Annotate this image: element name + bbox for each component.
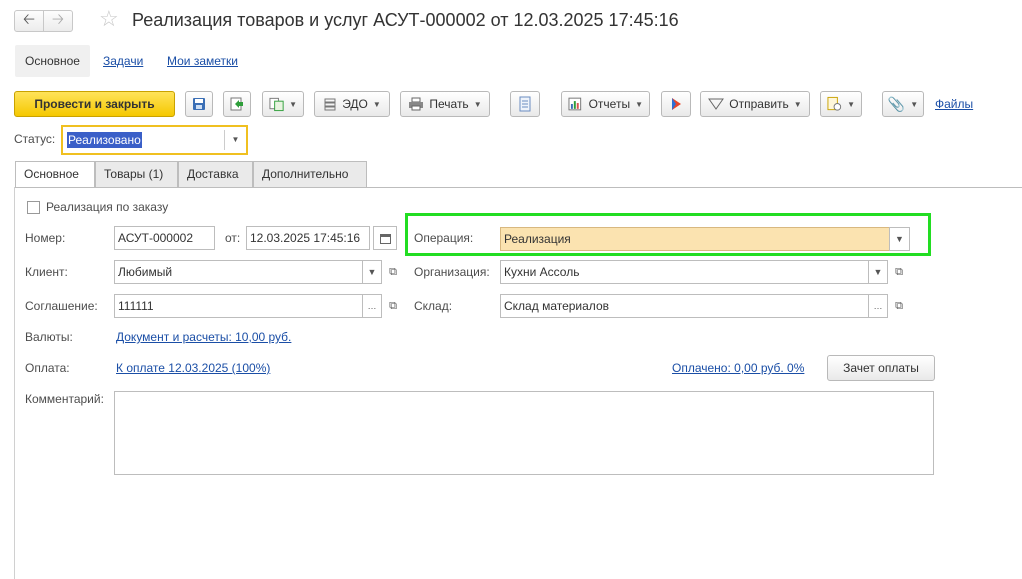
operation-dropdown-button[interactable]: ▼	[889, 227, 910, 251]
client-field[interactable]: Любимый	[114, 260, 363, 284]
play-arrow-icon	[672, 98, 681, 110]
organization-open-button[interactable]: ⧉	[889, 260, 909, 284]
page-title: Реализация товаров и услуг АСУТ-000002 о…	[132, 10, 679, 30]
document-journal-button[interactable]	[510, 91, 540, 117]
list-icon	[519, 96, 531, 112]
document-gear-icon	[827, 96, 842, 111]
post-button[interactable]	[223, 91, 251, 117]
form-left-border	[14, 187, 15, 579]
calendar-icon	[379, 233, 391, 244]
dropdown-caret-icon: ▼	[473, 99, 482, 109]
agreement-open-button[interactable]: ⧉	[383, 294, 403, 318]
dropdown-caret-icon: ▼	[793, 99, 802, 109]
warehouse-label: Склад:	[414, 299, 453, 313]
tab-divider	[14, 187, 1022, 188]
print-button[interactable]: Печать ▼	[400, 91, 490, 117]
attach-button[interactable]: 📎 ▼	[882, 91, 924, 117]
warehouse-open-button[interactable]: ⧉	[889, 294, 909, 318]
open-form-icon: ⧉	[389, 265, 397, 278]
warehouse-select-button[interactable]: …	[868, 294, 888, 318]
tab-tasks[interactable]: Задачи	[93, 45, 153, 77]
files-link[interactable]: Файлы	[935, 97, 973, 111]
dropdown-caret-icon: ▼	[372, 99, 381, 109]
create-based-on-icon	[269, 97, 284, 112]
agreement-label: Соглашение:	[25, 299, 98, 313]
dropdown-caret-icon: ▼	[289, 99, 297, 109]
currency-link[interactable]: Документ и расчеты: 10,00 руб.	[116, 330, 291, 344]
back-button[interactable]: 🡠	[14, 10, 44, 32]
create-based-on-button[interactable]: ▼	[262, 91, 304, 117]
post-document-icon	[230, 97, 243, 111]
dropdown-caret-icon: ▼	[847, 99, 855, 109]
edo-button[interactable]: ЭДО ▼	[314, 91, 390, 117]
operation-select[interactable]: Реализация	[500, 227, 890, 251]
comment-label: Комментарий:	[25, 392, 104, 406]
reports-button[interactable]: Отчеты ▼	[561, 91, 650, 117]
dropdown-caret-icon[interactable]: ▼	[224, 130, 246, 150]
date-from-label: от:	[225, 231, 241, 245]
by-order-checkbox[interactable]	[27, 201, 40, 214]
paperclip-icon: 📎	[887, 95, 906, 112]
currency-label: Валюты:	[25, 330, 73, 344]
agreement-field[interactable]: 111111	[114, 294, 363, 318]
open-form-icon: ⧉	[895, 265, 903, 278]
form-tab-additional[interactable]: Дополнительно	[253, 161, 367, 187]
open-form-icon: ⧉	[895, 299, 903, 312]
tab-my-notes[interactable]: Мои заметки	[157, 45, 248, 77]
organization-field[interactable]: Кухни Ассоль	[500, 260, 869, 284]
payment-link[interactable]: К оплате 12.03.2025 (100%)	[116, 361, 270, 375]
post-and-close-button[interactable]: Провести и закрыть	[14, 91, 175, 117]
dropdown-caret-icon: ▼	[873, 267, 883, 277]
ellipsis-icon: …	[873, 301, 883, 311]
comment-textarea[interactable]	[114, 391, 934, 475]
agreement-select-button[interactable]: …	[362, 294, 382, 318]
print-label: Печать	[429, 97, 469, 111]
organization-label: Организация:	[414, 265, 490, 279]
paid-link[interactable]: Оплачено: 0,00 руб. 0%	[672, 361, 804, 375]
favorite-star-icon[interactable]: ☆	[99, 6, 119, 32]
tab-main[interactable]: Основное	[15, 45, 90, 77]
organization-dropdown-button[interactable]: ▼	[868, 260, 888, 284]
calendar-button[interactable]	[373, 226, 397, 250]
edo-icon	[324, 98, 336, 111]
send-label: Отправить	[729, 97, 789, 111]
reports-label: Отчеты	[588, 97, 631, 111]
form-tab-delivery[interactable]: Доставка	[178, 161, 253, 187]
client-open-button[interactable]: ⧉	[383, 260, 403, 284]
related-documents-button[interactable]: ▼	[820, 91, 862, 117]
arrow-left-icon: 🡠	[22, 10, 36, 28]
dropdown-caret-icon: ▼	[895, 234, 904, 244]
save-button[interactable]	[185, 91, 213, 117]
send-button[interactable]: Отправить ▼	[700, 91, 810, 117]
ellipsis-icon: …	[367, 301, 377, 311]
status-select[interactable]: Реализовано ▼	[61, 125, 248, 155]
printer-icon	[409, 97, 424, 111]
arrow-right-icon: 🡢	[51, 10, 65, 28]
form-tab-main[interactable]: Основное	[15, 161, 95, 188]
open-form-icon: ⧉	[389, 299, 397, 312]
by-order-label: Реализация по заказу	[46, 200, 169, 214]
form-tab-goods[interactable]: Товары (1)	[95, 161, 178, 187]
dropdown-caret-icon: ▼	[367, 267, 377, 277]
reports-icon	[568, 97, 582, 111]
dropdown-caret-icon: ▼	[910, 99, 919, 109]
edo-label: ЭДО	[342, 97, 368, 111]
offset-payment-button[interactable]: Зачет оплаты	[827, 355, 935, 381]
payment-label: Оплата:	[25, 361, 70, 375]
warehouse-field[interactable]: Склад материалов	[500, 294, 869, 318]
number-field[interactable]: АСУТ-000002	[114, 226, 215, 250]
save-icon	[193, 98, 205, 110]
client-label: Клиент:	[25, 265, 68, 279]
dropdown-caret-icon: ▼	[635, 99, 643, 109]
date-field[interactable]: 12.03.2025 17:45:16	[246, 226, 370, 250]
operation-label: Операция:	[414, 231, 474, 245]
forward-button[interactable]: 🡢	[43, 10, 73, 32]
status-value: Реализовано	[67, 132, 142, 148]
status-label: Статус:	[14, 132, 56, 146]
number-label: Номер:	[25, 231, 66, 245]
client-dropdown-button[interactable]: ▼	[362, 260, 382, 284]
edo-send-button[interactable]	[661, 91, 691, 117]
send-icon	[708, 98, 725, 110]
